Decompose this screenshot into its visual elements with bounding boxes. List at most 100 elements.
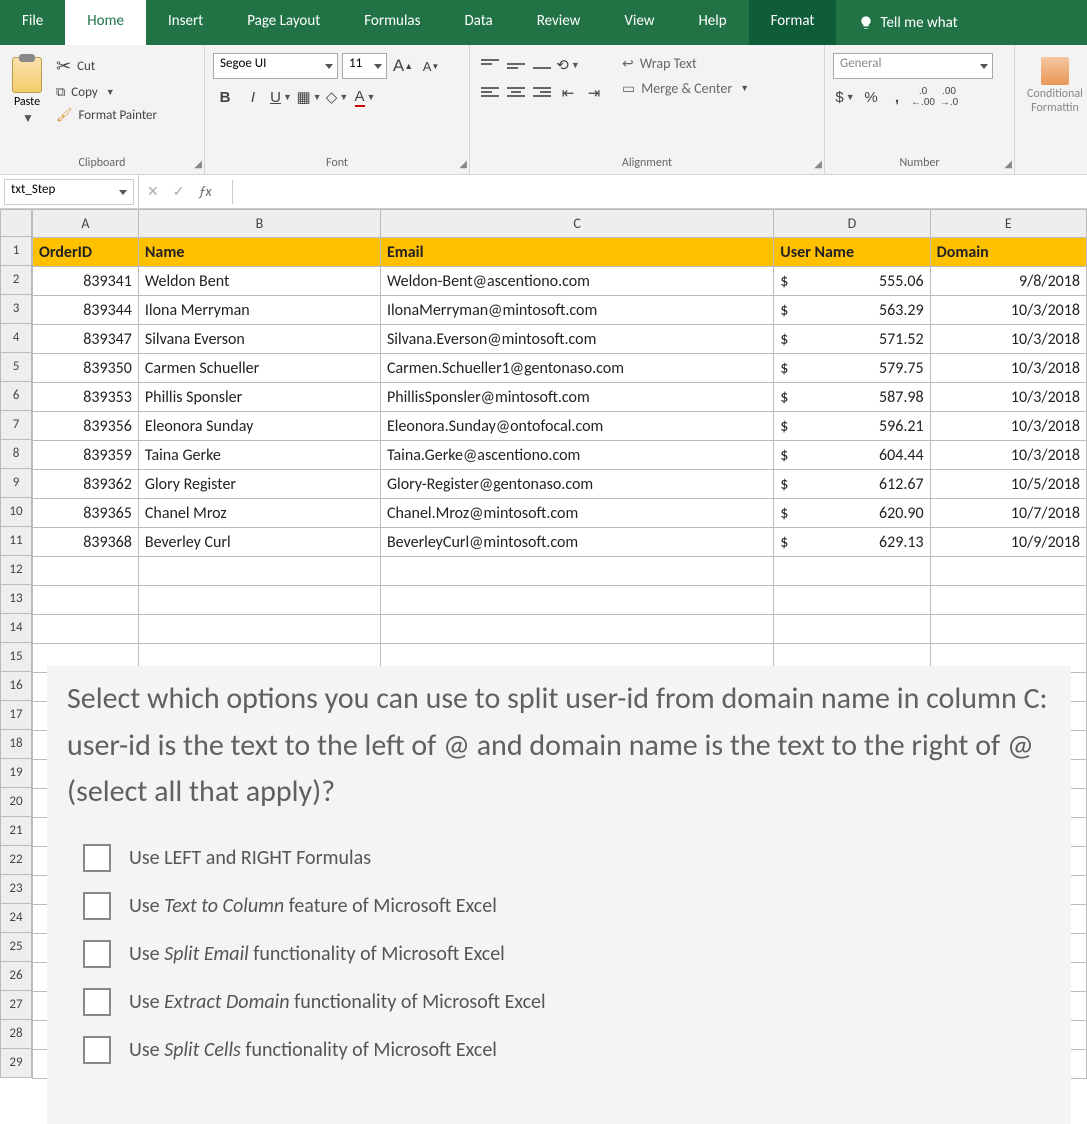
align-bottom-button[interactable] [530, 53, 554, 75]
row-header-10[interactable]: 10 [0, 498, 32, 527]
row-header-18[interactable]: 18 [0, 730, 32, 759]
align-center-button[interactable] [504, 81, 528, 103]
cell-C3[interactable]: IlonaMerryman@mintosoft.com [380, 296, 773, 325]
cell-B2[interactable]: Weldon Bent [138, 267, 380, 296]
cell-E11[interactable]: 10/9/2018 [930, 528, 1086, 557]
row-header-12[interactable]: 12 [0, 556, 32, 585]
col-header-A[interactable]: A [33, 210, 139, 238]
number-launcher[interactable]: ◢ [1004, 157, 1012, 170]
row-header-23[interactable]: 23 [0, 875, 32, 904]
cell-E2[interactable]: 9/8/2018 [930, 267, 1086, 296]
enter-formula-icon[interactable]: ✓ [173, 183, 185, 200]
number-format-combo[interactable]: General [833, 53, 993, 79]
cell-B3[interactable]: Ilona Merryman [138, 296, 380, 325]
cell-B9[interactable]: Glory Register [138, 470, 380, 499]
cell-A5[interactable]: 839350 [33, 354, 139, 383]
cell-A7[interactable]: 839356 [33, 412, 139, 441]
cell-D14[interactable] [774, 615, 930, 644]
col-header-B[interactable]: B [138, 210, 380, 238]
cell-B11[interactable]: Beverley Curl [138, 528, 380, 557]
tab-data[interactable]: Data [442, 0, 514, 45]
cell-C1[interactable]: Email [380, 238, 773, 267]
cell-D2[interactable]: $555.06 [774, 267, 930, 296]
row-header-7[interactable]: 7 [0, 411, 32, 440]
cell-B10[interactable]: Chanel Mroz [138, 499, 380, 528]
underline-button[interactable]: U▼ [269, 85, 293, 109]
name-box[interactable]: txt_Step [4, 179, 134, 205]
row-header-19[interactable]: 19 [0, 759, 32, 788]
cell-E7[interactable]: 10/3/2018 [930, 412, 1086, 441]
orientation-button[interactable]: ⟲▼ [556, 53, 580, 77]
percent-format-button[interactable]: % [859, 85, 883, 109]
tab-insert[interactable]: Insert [146, 0, 225, 45]
cell-A3[interactable]: 839344 [33, 296, 139, 325]
checkbox-4[interactable] [83, 988, 111, 1016]
cell-C2[interactable]: Weldon-Bent@ascentiono.com [380, 267, 773, 296]
row-header-9[interactable]: 9 [0, 469, 32, 498]
col-header-E[interactable]: E [930, 210, 1086, 238]
cell-D6[interactable]: $587.98 [774, 383, 930, 412]
row-header-4[interactable]: 4 [0, 324, 32, 353]
decrease-decimal-button[interactable]: .00→.0 [937, 85, 961, 109]
shrink-font-button[interactable]: A▼ [419, 54, 443, 78]
tab-file[interactable]: File [0, 0, 65, 45]
row-header-14[interactable]: 14 [0, 614, 32, 643]
checkbox-5[interactable] [83, 1036, 111, 1064]
cell-B7[interactable]: Eleonora Sunday [138, 412, 380, 441]
cell-D13[interactable] [774, 586, 930, 615]
align-right-button[interactable] [530, 81, 554, 103]
cell-B5[interactable]: Carmen Schueller [138, 354, 380, 383]
row-header-25[interactable]: 25 [0, 933, 32, 962]
fill-color-button[interactable]: ◇▼ [325, 85, 349, 109]
conditional-formatting-button[interactable]: Conditional Formattin [1023, 53, 1087, 119]
align-middle-button[interactable] [504, 53, 528, 75]
cell-C4[interactable]: Silvana.Everson@mintosoft.com [380, 325, 773, 354]
cell-E10[interactable]: 10/7/2018 [930, 499, 1086, 528]
format-painter-button[interactable]: 🖌Format Painter [52, 106, 161, 125]
tab-help[interactable]: Help [676, 0, 748, 45]
cell-D5[interactable]: $579.75 [774, 354, 930, 383]
font-launcher[interactable]: ◢ [459, 157, 467, 170]
cell-E1[interactable]: Domain [930, 238, 1086, 267]
clipboard-launcher[interactable]: ◢ [194, 157, 202, 170]
cell-D11[interactable]: $629.13 [774, 528, 930, 557]
cancel-formula-icon[interactable]: ✕ [147, 183, 159, 200]
cell-C8[interactable]: Taina.Gerke@ascentiono.com [380, 441, 773, 470]
cell-A14[interactable] [33, 615, 139, 644]
cell-C7[interactable]: Eleonora.Sunday@ontofocal.com [380, 412, 773, 441]
cell-A2[interactable]: 839341 [33, 267, 139, 296]
row-header-20[interactable]: 20 [0, 788, 32, 817]
formula-input[interactable] [232, 180, 1079, 204]
align-left-button[interactable] [478, 81, 502, 103]
tab-review[interactable]: Review [515, 0, 603, 45]
select-all-corner[interactable] [0, 209, 32, 237]
row-header-24[interactable]: 24 [0, 904, 32, 933]
bold-button[interactable]: B [213, 85, 237, 109]
accounting-format-button[interactable]: $▼ [833, 85, 857, 109]
wrap-text-button[interactable]: ↩Wrap Text [620, 53, 751, 74]
row-header-5[interactable]: 5 [0, 353, 32, 382]
fx-icon[interactable]: ƒx [198, 183, 211, 200]
cell-A8[interactable]: 839359 [33, 441, 139, 470]
cut-button[interactable]: ✂Cut [52, 53, 161, 79]
cell-A1[interactable]: OrderID [33, 238, 139, 267]
row-header-26[interactable]: 26 [0, 962, 32, 991]
cell-A9[interactable]: 839362 [33, 470, 139, 499]
row-header-13[interactable]: 13 [0, 585, 32, 614]
cell-C13[interactable] [380, 586, 773, 615]
font-color-button[interactable]: A▼ [353, 85, 377, 109]
grow-font-button[interactable]: A▲ [391, 54, 415, 78]
cell-D1[interactable]: User Name [774, 238, 930, 267]
row-header-17[interactable]: 17 [0, 701, 32, 730]
cell-E4[interactable]: 10/3/2018 [930, 325, 1086, 354]
tab-home[interactable]: Home [65, 0, 146, 45]
comma-format-button[interactable]: , [885, 85, 909, 109]
increase-indent-button[interactable]: ⇥ [582, 81, 606, 105]
cell-D3[interactable]: $563.29 [774, 296, 930, 325]
cell-E3[interactable]: 10/3/2018 [930, 296, 1086, 325]
tab-formulas[interactable]: Formulas [342, 0, 442, 45]
decrease-indent-button[interactable]: ⇤ [556, 81, 580, 105]
cell-C6[interactable]: PhillisSponsler@mintosoft.com [380, 383, 773, 412]
cell-C9[interactable]: Glory-Register@gentonaso.com [380, 470, 773, 499]
font-size-combo[interactable]: 11 [342, 53, 387, 79]
